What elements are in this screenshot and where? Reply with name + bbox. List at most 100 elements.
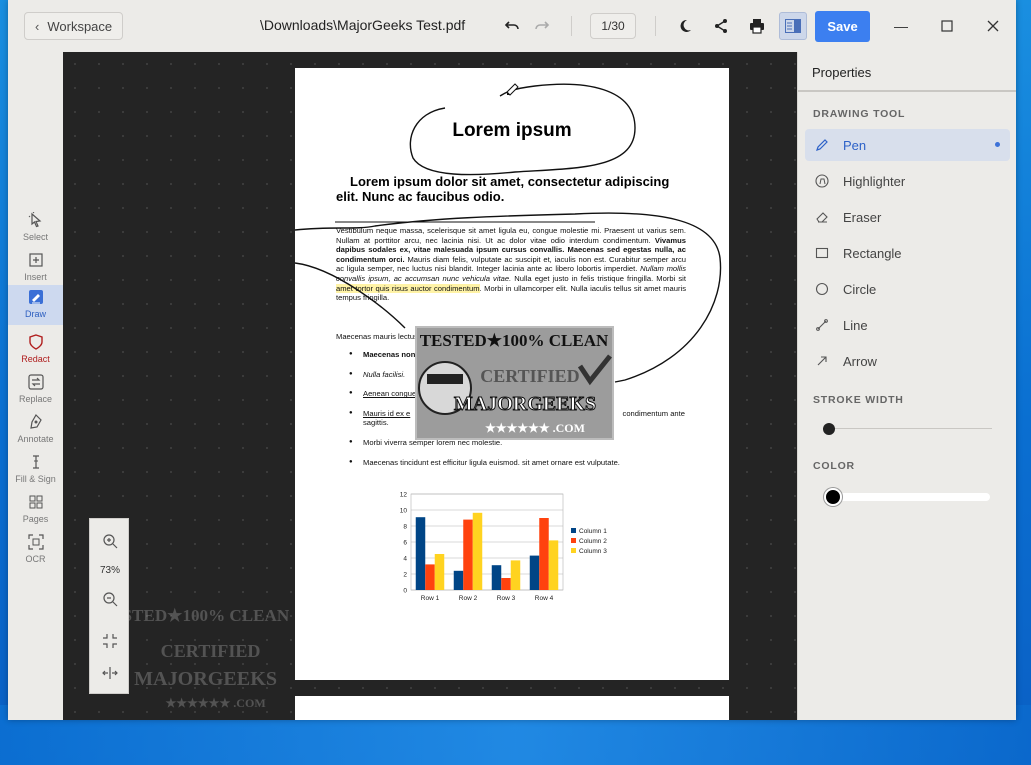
chart-bar (472, 512, 483, 590)
highlighter-icon (815, 174, 829, 188)
tool-circle[interactable]: Circle (805, 273, 1010, 305)
properties-divider (798, 90, 1016, 92)
chart-y-tick-label: 0 (403, 588, 407, 595)
workspace-button[interactable]: ‹ Workspace (24, 12, 123, 40)
tool-rectangle[interactable]: Rectangle (805, 237, 1010, 269)
rail-annotate-label: Annotate (17, 434, 54, 444)
share-icon[interactable] (709, 14, 733, 38)
watermark-line-4: ★★★★★★ .COM (165, 696, 266, 710)
close-icon[interactable] (981, 14, 1005, 38)
properties-title: Properties (812, 65, 872, 80)
tool-eraser[interactable]: Eraser (805, 201, 1010, 233)
chart-x-tick-label: Row 3 (497, 595, 516, 602)
chart-y-tick-label: 6 (403, 540, 407, 547)
pdf-page-2[interactable] (295, 696, 729, 720)
save-button[interactable]: Save (815, 11, 870, 42)
tool-rail: Select Insert Draw Redact Replace Annota… (8, 52, 63, 720)
color-label: COLOR (813, 460, 855, 472)
bar-chart: 0 2 4 6 8 10 12 Row 1 Row 2 Row 3 Row 4 Column 1 Col… (400, 492, 607, 602)
chart-legend-label: Column 3 (579, 548, 607, 555)
rail-redact[interactable]: Redact (8, 330, 63, 370)
chart-legend-swatch (571, 538, 576, 543)
rail-ocr[interactable]: OCR (8, 530, 63, 570)
tool-pen[interactable]: Pen (805, 129, 1010, 161)
panel-layout-icon (785, 19, 801, 33)
color-picker-knob[interactable] (824, 488, 842, 506)
document-title: \Downloads\MajorGeeks Test.pdf (260, 17, 466, 33)
select-cursor-icon (28, 210, 44, 230)
text-cursor-icon (28, 452, 44, 472)
replace-icon (27, 372, 44, 392)
stroke-width-label: STROKE WIDTH (813, 394, 904, 406)
tool-label: Highlighter (843, 173, 906, 189)
undo-icon[interactable] (500, 14, 524, 38)
chart-y-tick-label: 2 (403, 572, 407, 579)
rail-ocr-label: OCR (25, 554, 46, 564)
layout-toggle-button[interactable] (779, 12, 807, 40)
drawing-tool-label: DRAWING TOOL (813, 108, 906, 120)
watermark-line-3: MAJORGEEKS (134, 668, 277, 690)
chart-bar (453, 570, 464, 590)
tool-highlighter[interactable]: Highlighter (805, 165, 1010, 197)
stroke-width-slider[interactable] (823, 423, 835, 435)
zoom-panel: 73% (89, 518, 129, 694)
chart-y-tick-label: 4 (403, 556, 407, 563)
chart-bar (434, 554, 445, 590)
tool-line[interactable]: Line (805, 309, 1010, 341)
page-indicator[interactable]: 1/30 (590, 13, 636, 39)
pages-grid-icon (28, 492, 44, 512)
badge-line-4: ★★★★★★ .COM (485, 421, 585, 435)
chart-x-tick-label: Row 2 (459, 595, 478, 602)
title-bar: ‹ Workspace \Downloads\MajorGeeks Test.p… (8, 0, 1016, 52)
rail-draw[interactable]: Draw (8, 285, 63, 325)
pen-icon (815, 138, 829, 152)
active-indicator (995, 142, 1000, 147)
print-icon[interactable] (745, 14, 769, 38)
tool-label: Arrow (843, 353, 877, 369)
rail-pages[interactable]: Pages (8, 490, 63, 530)
pen-stroke-tail (295, 262, 406, 329)
chart-bar (501, 578, 511, 590)
chart-bar (425, 564, 435, 590)
chart-x-tick-label: Row 4 (535, 595, 554, 602)
color-track[interactable] (826, 493, 990, 501)
chart-legend-swatch (571, 548, 576, 553)
redact-shield-icon (28, 332, 44, 352)
app-window: ‹ Workspace \Downloads\MajorGeeks Test.p… (8, 0, 1016, 720)
maximize-icon[interactable] (935, 14, 959, 38)
workspace-label: Workspace (47, 18, 113, 34)
rail-replace[interactable]: Replace (8, 370, 63, 410)
document-canvas[interactable]: Lorem ipsum Lorem ipsum dolor sit amet, … (63, 52, 797, 720)
arrow-icon (815, 354, 829, 368)
rail-select[interactable]: Select (8, 208, 63, 248)
chart-bar (491, 565, 502, 590)
chart-bar (529, 555, 540, 590)
zoom-out-icon[interactable] (90, 587, 130, 611)
zoom-in-icon[interactable] (90, 529, 130, 553)
rail-insert-label: Insert (24, 272, 47, 282)
tool-label: Rectangle (843, 245, 902, 261)
tool-arrow[interactable]: Arrow (805, 345, 1010, 377)
badge-line-1: TESTED★100% CLEAN (420, 331, 609, 350)
pdf-page[interactable]: Lorem ipsum Lorem ipsum dolor sit amet, … (295, 68, 729, 680)
chart-bar (539, 518, 549, 590)
chart-legend-label: Column 1 (579, 528, 607, 535)
fit-page-icon[interactable] (90, 629, 130, 653)
eraser-icon (815, 210, 829, 224)
toolbar-divider (571, 16, 572, 36)
circle-icon (815, 282, 829, 296)
chart-y-tick-label: 10 (400, 508, 408, 515)
rectangle-icon (815, 246, 829, 260)
chart-bar (415, 517, 426, 590)
dark-mode-icon[interactable] (673, 14, 697, 38)
fit-width-icon[interactable] (90, 661, 130, 685)
stroke-width-track[interactable] (826, 428, 992, 429)
redo-icon[interactable] (530, 14, 554, 38)
chart-legend-label: Column 2 (579, 538, 607, 545)
rail-fill-sign[interactable]: Fill & Sign (8, 450, 63, 490)
minimize-icon[interactable]: — (889, 14, 913, 38)
rail-draw-label: Draw (24, 309, 46, 319)
rail-annotate[interactable]: Annotate (8, 410, 63, 450)
rail-insert[interactable]: Insert (8, 248, 63, 288)
rail-redact-label: Redact (21, 354, 50, 364)
